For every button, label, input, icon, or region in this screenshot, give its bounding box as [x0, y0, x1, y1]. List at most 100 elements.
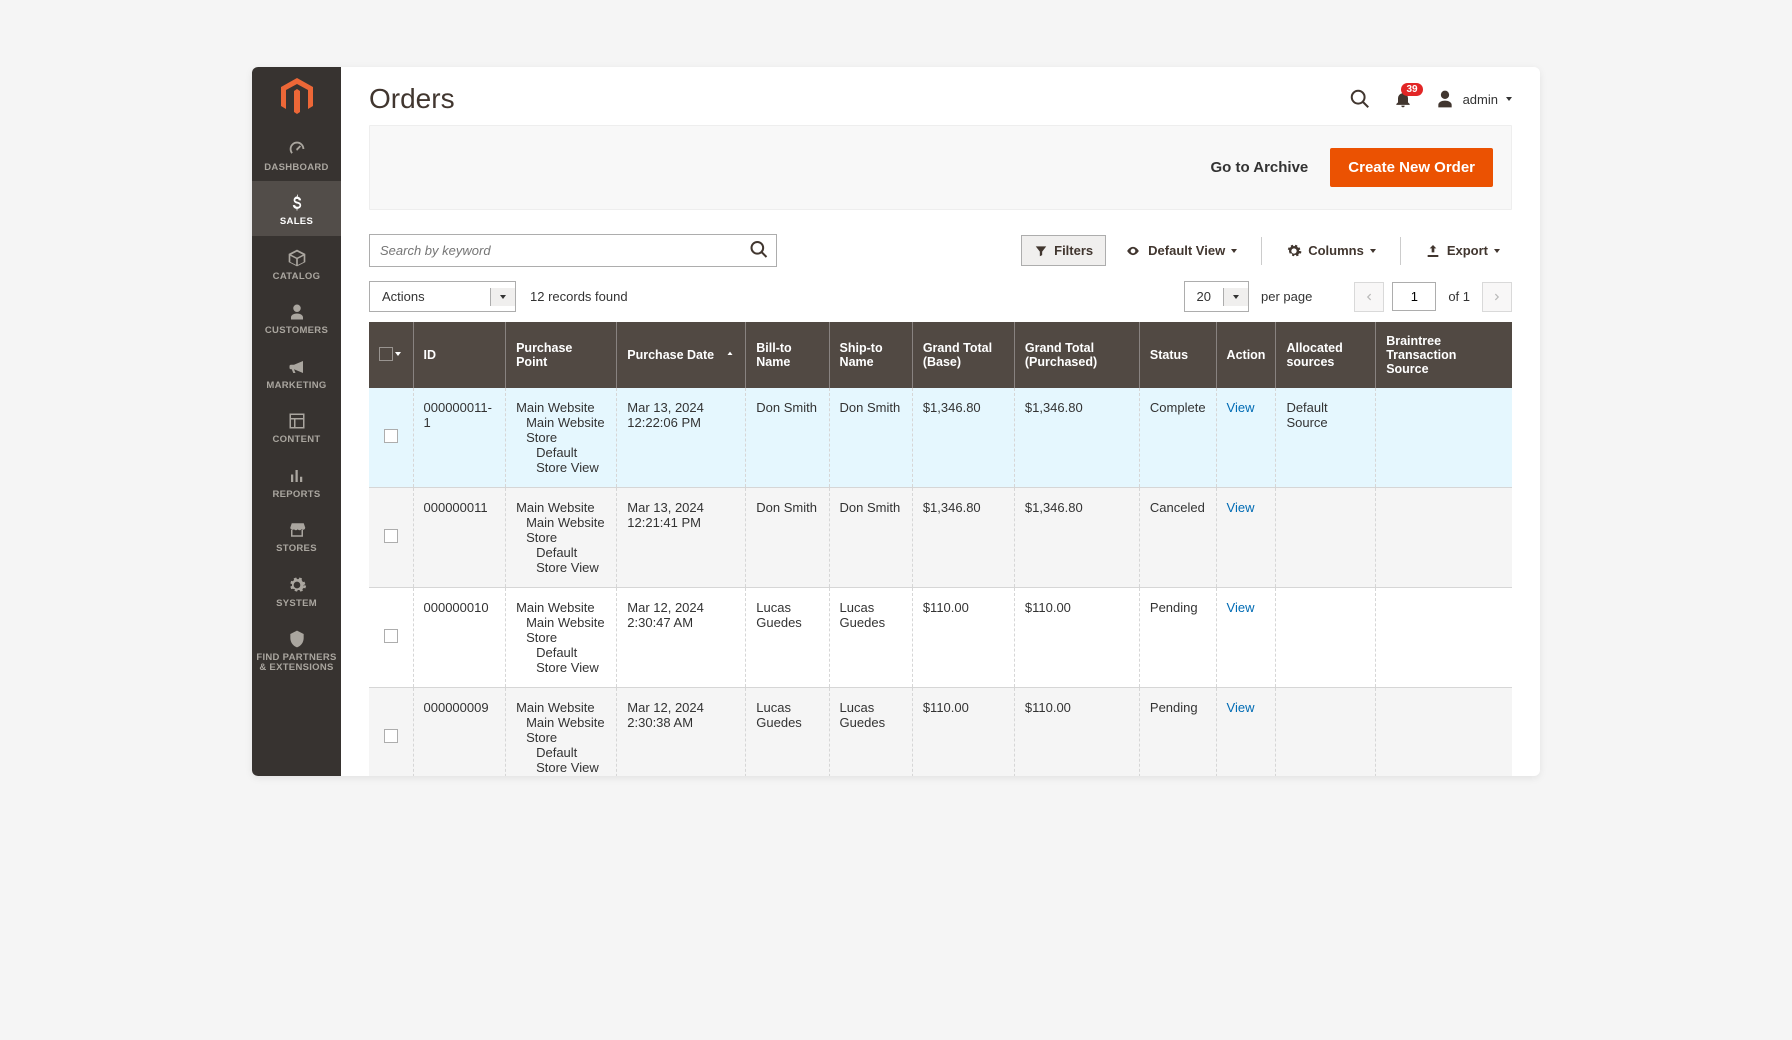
- nav-dashboard[interactable]: DASHBOARD: [252, 127, 341, 181]
- nav-label: CONTENT: [272, 435, 320, 445]
- view-link[interactable]: View: [1227, 400, 1255, 415]
- app-window: DASHBOARD SALES CATALOG CUSTOMERS MARKET…: [252, 67, 1540, 776]
- nav-label: REPORTS: [272, 490, 320, 500]
- cell-bill-to: Lucas Guedes: [746, 688, 829, 777]
- nav-label: SALES: [280, 217, 313, 227]
- col-purchase-date[interactable]: Purchase Date: [617, 322, 746, 388]
- nav-marketing[interactable]: MARKETING: [252, 345, 341, 399]
- cell-id: 000000010: [413, 588, 506, 688]
- col-status[interactable]: Status: [1139, 322, 1216, 388]
- user-menu[interactable]: admin: [1435, 89, 1512, 109]
- gear-icon: [286, 574, 308, 596]
- nav-customers[interactable]: CUSTOMERS: [252, 290, 341, 344]
- cell-allocated: [1276, 488, 1376, 588]
- page-title: Orders: [369, 83, 1349, 115]
- columns-dropdown[interactable]: Columns: [1274, 236, 1388, 266]
- magento-logo[interactable]: [252, 67, 341, 127]
- nav-label: STORES: [276, 544, 317, 554]
- notifications-button[interactable]: 39: [1393, 89, 1413, 109]
- go-to-archive-link[interactable]: Go to Archive: [1210, 159, 1308, 176]
- action-bar: Go to Archive Create New Order: [369, 125, 1512, 210]
- view-link[interactable]: View: [1227, 500, 1255, 515]
- filters-button[interactable]: Filters: [1021, 235, 1106, 266]
- cell-purchase-point: Main WebsiteMain Website StoreDefault St…: [506, 688, 617, 777]
- bulk-actions-dropdown[interactable]: Actions: [369, 281, 516, 312]
- nav-reports[interactable]: REPORTS: [252, 454, 341, 508]
- cell-status: Complete: [1139, 388, 1216, 488]
- cell-gt-base: $110.00: [912, 688, 1014, 777]
- row-checkbox[interactable]: [384, 629, 398, 643]
- col-checkbox[interactable]: [369, 322, 413, 388]
- table-row[interactable]: 000000010Main WebsiteMain Website StoreD…: [369, 588, 1512, 688]
- col-purchase-point[interactable]: Purchase Point: [506, 322, 617, 388]
- export-label: Export: [1447, 243, 1488, 258]
- current-page-input[interactable]: [1392, 282, 1436, 311]
- main-content: Orders 39 admin Go to Archive Crea: [341, 67, 1540, 776]
- user-icon: [1435, 89, 1455, 109]
- per-page-value: 20: [1185, 282, 1223, 311]
- col-grand-total-purchased[interactable]: Grand Total (Purchased): [1014, 322, 1139, 388]
- col-ship-to[interactable]: Ship-to Name: [829, 322, 912, 388]
- nav-label: SYSTEM: [276, 599, 317, 609]
- cell-allocated: [1276, 588, 1376, 688]
- cell-bill-to: Lucas Guedes: [746, 588, 829, 688]
- default-view-dropdown[interactable]: Default View: [1112, 236, 1249, 265]
- col-action[interactable]: Action: [1216, 322, 1276, 388]
- cell-bill-to: Don Smith: [746, 488, 829, 588]
- next-page-button[interactable]: [1482, 282, 1512, 312]
- layout-icon: [286, 410, 308, 432]
- search-button[interactable]: [1349, 88, 1371, 110]
- orders-table: ID Purchase Point Purchase Date Bill-to …: [369, 322, 1512, 776]
- search-submit[interactable]: [749, 239, 769, 262]
- export-dropdown[interactable]: Export: [1413, 236, 1512, 266]
- table-row[interactable]: 000000009Main WebsiteMain Website StoreD…: [369, 688, 1512, 777]
- per-page-dropdown[interactable]: 20: [1184, 281, 1249, 312]
- cell-date: Mar 12, 2024 2:30:47 AM: [617, 588, 746, 688]
- col-bill-to[interactable]: Bill-to Name: [746, 322, 829, 388]
- nav-sales[interactable]: SALES: [252, 181, 341, 235]
- cell-action: View: [1216, 688, 1276, 777]
- col-braintree[interactable]: Braintree Transaction Source: [1376, 322, 1512, 388]
- export-icon: [1425, 243, 1441, 259]
- table-row[interactable]: 000000011-1Main WebsiteMain Website Stor…: [369, 388, 1512, 488]
- cell-action: View: [1216, 488, 1276, 588]
- nav-label: MARKETING: [266, 381, 326, 391]
- row-checkbox[interactable]: [384, 429, 398, 443]
- view-link[interactable]: View: [1227, 700, 1255, 715]
- table-row[interactable]: 000000011Main WebsiteMain Website StoreD…: [369, 488, 1512, 588]
- col-id[interactable]: ID: [413, 322, 506, 388]
- col-purchase-date-label: Purchase Date: [627, 348, 714, 362]
- nav-catalog[interactable]: CATALOG: [252, 236, 341, 290]
- prev-page-button[interactable]: [1354, 282, 1384, 312]
- row-checkbox[interactable]: [384, 529, 398, 543]
- cell-id: 000000011-1: [413, 388, 506, 488]
- table-header-row: ID Purchase Point Purchase Date Bill-to …: [369, 322, 1512, 388]
- sidebar: DASHBOARD SALES CATALOG CUSTOMERS MARKET…: [252, 67, 341, 776]
- col-allocated[interactable]: Allocated sources: [1276, 322, 1376, 388]
- cell-gt-purchased: $1,346.80: [1014, 388, 1139, 488]
- cell-braintree: [1376, 688, 1512, 777]
- row-checkbox[interactable]: [384, 729, 398, 743]
- search-icon: [1349, 88, 1371, 110]
- view-link[interactable]: View: [1227, 600, 1255, 615]
- cell-status: Pending: [1139, 688, 1216, 777]
- nav-content[interactable]: CONTENT: [252, 399, 341, 453]
- nav-partners[interactable]: FIND PARTNERS & EXTENSIONS: [252, 617, 341, 682]
- nav-stores[interactable]: STORES: [252, 508, 341, 562]
- divider: [1261, 237, 1262, 265]
- records-found: 12 records found: [530, 289, 628, 304]
- chevron-down-icon: [1231, 249, 1237, 253]
- nav-system[interactable]: SYSTEM: [252, 563, 341, 617]
- megaphone-icon: [286, 356, 308, 378]
- search-input[interactable]: [369, 234, 777, 267]
- cell-date: Mar 13, 2024 12:21:41 PM: [617, 488, 746, 588]
- cell-id: 000000009: [413, 688, 506, 777]
- cell-ship-to: Lucas Guedes: [829, 688, 912, 777]
- chevron-down-icon: [1370, 249, 1376, 253]
- chevron-down-icon: [1494, 249, 1500, 253]
- nav-label: FIND PARTNERS & EXTENSIONS: [254, 653, 339, 674]
- eye-icon: [1124, 244, 1142, 258]
- col-grand-total-base[interactable]: Grand Total (Base): [912, 322, 1014, 388]
- create-new-order-button[interactable]: Create New Order: [1330, 148, 1493, 187]
- cell-gt-purchased: $1,346.80: [1014, 488, 1139, 588]
